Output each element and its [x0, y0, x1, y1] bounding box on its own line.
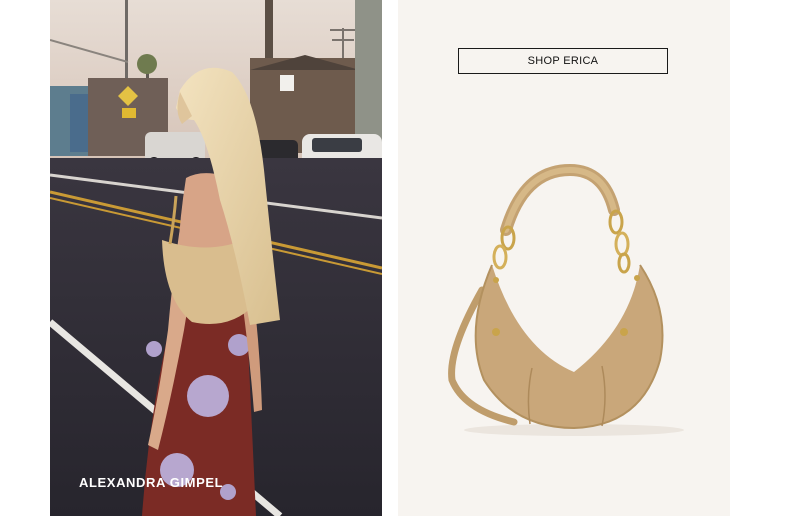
editorial-photo[interactable]: ALEXANDRA GIMPEL	[50, 0, 382, 516]
shop-erica-button[interactable]: SHOP ERICA	[458, 48, 668, 74]
photo-caption: ALEXANDRA GIMPEL	[79, 475, 224, 490]
street-photo-illustration	[50, 0, 382, 516]
product-panel: SHOP ERICA	[398, 0, 730, 516]
erica-bag-image[interactable]	[434, 160, 698, 440]
